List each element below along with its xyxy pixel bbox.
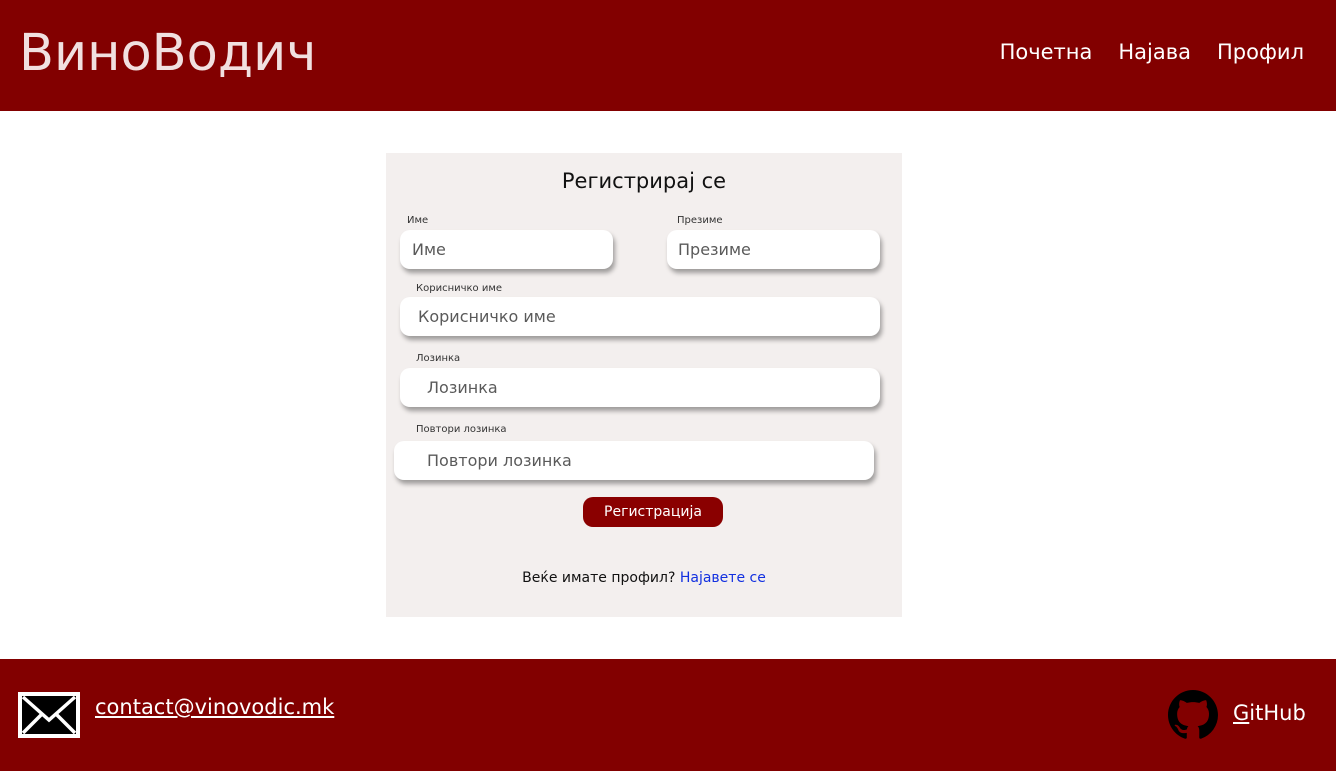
- github-link-first: G: [1233, 701, 1250, 725]
- site-logo[interactable]: ВиноВодич: [19, 24, 316, 83]
- nav-home[interactable]: Почетна: [1000, 40, 1093, 64]
- github-link-rest: itHub: [1249, 701, 1306, 725]
- github-link[interactable]: GitHub: [1233, 701, 1306, 725]
- register-button[interactable]: Регистрација: [583, 497, 723, 527]
- first-name-label: Име: [407, 215, 429, 226]
- register-card: Регистрирај се Име Презиме Корисничко им…: [386, 153, 902, 617]
- last-name-input[interactable]: [667, 230, 880, 269]
- first-name-input[interactable]: [400, 230, 613, 269]
- register-title: Регистрирај се: [561, 169, 727, 193]
- repeat-password-label: Повтори лозинка: [416, 424, 507, 435]
- have-account-text: Веќе имате профил?: [522, 570, 676, 586]
- contact-email-link[interactable]: contact@vinovodic.mk: [95, 695, 334, 719]
- password-input[interactable]: [400, 368, 880, 407]
- mail-icon[interactable]: [18, 692, 80, 738]
- password-label: Лозинка: [416, 353, 461, 364]
- last-name-label: Презиме: [677, 215, 723, 226]
- login-link[interactable]: Најавете се: [680, 570, 766, 586]
- nav-profile[interactable]: Профил: [1217, 40, 1304, 64]
- top-bar: ВиноВодич Почетна Најава Профил: [0, 0, 1336, 111]
- login-prompt: Веќе имате профил? Најавете се: [386, 570, 902, 586]
- username-input[interactable]: [400, 297, 880, 336]
- footer: contact@vinovodic.mk GitHub: [0, 659, 1336, 771]
- username-label: Корисничко име: [416, 283, 503, 294]
- main-nav: Почетна Најава Профил: [1000, 40, 1304, 64]
- github-icon[interactable]: [1168, 690, 1218, 740]
- nav-login[interactable]: Најава: [1118, 40, 1191, 64]
- repeat-password-input[interactable]: [394, 441, 874, 480]
